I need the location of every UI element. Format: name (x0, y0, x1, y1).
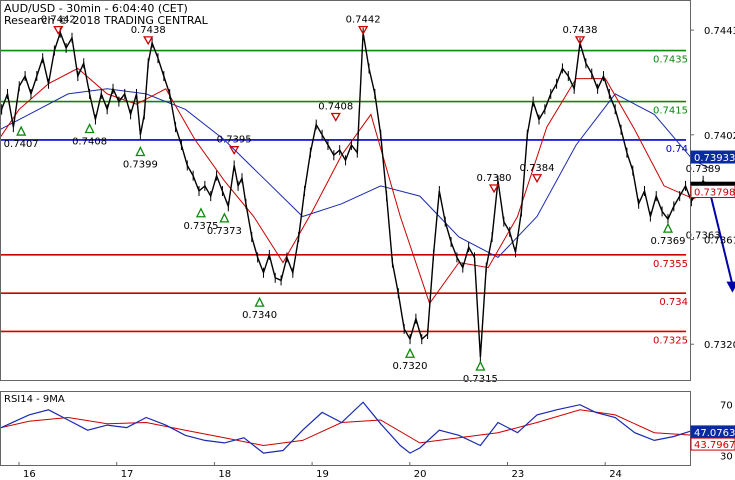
resistance-marker-6 (531, 174, 543, 184)
y-tick-label-2: 0.7361 (704, 236, 735, 247)
x-tick-label-0: 16 (23, 469, 36, 480)
support-marker-17 (662, 222, 674, 233)
price-tag-label-2: 0.73798 (694, 188, 735, 199)
x-tick-label-2: 18 (218, 469, 231, 480)
forex-chart: 0.74350.74150.740.73550.7340.73250.74420… (0, 0, 735, 480)
x-tick-label-6: 24 (609, 469, 622, 480)
support-marker-16 (475, 360, 486, 371)
level-label-3: 0.7355 (653, 259, 688, 270)
rsi-tick-label-0: 70 (720, 401, 733, 412)
rsi-frame (0, 391, 691, 466)
rsi-ma-line (0, 409, 709, 447)
support-marker-10 (84, 123, 95, 134)
annotation-label-11: 0.7399 (123, 159, 158, 170)
y-tick-label-3: 0.7320 (704, 340, 735, 351)
annotation-label-14: 0.7340 (242, 310, 277, 321)
annotation-label-13: 0.7373 (207, 226, 242, 237)
price-line (0, 30, 710, 358)
resistance-marker-2 (330, 112, 341, 122)
resistance-marker-1 (143, 36, 154, 46)
support-marker-14 (254, 296, 265, 307)
x-tick-label-3: 19 (316, 469, 329, 480)
annotation-label-6: 0.7384 (520, 163, 555, 174)
support-marker-12 (195, 207, 207, 218)
annotation-label-16: 0.7315 (463, 374, 498, 385)
ma-slow-line (0, 88, 710, 259)
rsi-tag-label-1: 43.7967 (694, 440, 735, 451)
forecast-arrow-head (726, 281, 735, 293)
level-label-0: 0.7435 (653, 55, 688, 66)
price-tag-label-0: 0.73933 (694, 153, 735, 164)
annotation-label-15: 0.7320 (393, 361, 428, 372)
rsi-line (0, 401, 710, 454)
price-frame (0, 0, 691, 381)
level-label-4: 0.734 (659, 297, 688, 308)
rsi-tag-label-0: 47.0763 (694, 428, 735, 439)
annotation-label-5: 0.7380 (477, 173, 512, 184)
support-marker-11 (135, 146, 146, 157)
annotation-label-9: 0.7407 (4, 139, 39, 150)
annotation-label-10: 0.7408 (72, 136, 107, 147)
annotation-label-2: 0.7408 (318, 101, 353, 112)
level-label-1: 0.7415 (653, 106, 688, 117)
level-label-5: 0.7325 (653, 335, 688, 346)
support-marker-15 (404, 347, 416, 358)
rsi-title: RSI14 - 9MA (4, 394, 65, 405)
annotation-label-3: 0.7442 (346, 15, 381, 26)
rsi-pane: RSI14 - 9MA (0, 394, 710, 454)
price-pane: 0.74350.74150.740.73550.7340.73250.74420… (0, 15, 735, 385)
rsi-tick-label-1: 30 (720, 452, 733, 463)
resistance-marker-0 (53, 25, 64, 35)
research-credit: Research © 2018 TRADING CENTRAL (4, 14, 209, 27)
annotation-label-7: 0.7438 (563, 25, 598, 36)
annotation-label-4: 0.7395 (217, 135, 252, 146)
x-tick-label-5: 23 (512, 469, 525, 480)
annotation-label-17: 0.7369 (650, 236, 685, 247)
x-tick-label-1: 17 (121, 469, 134, 480)
support-marker-9 (16, 125, 27, 136)
y-tick-label-0: 0.7443 (704, 26, 735, 37)
support-marker-13 (219, 212, 230, 223)
y-tick-label-1: 0.7402 (704, 131, 735, 142)
ma-fast-line (0, 67, 710, 305)
x-tick-label-4: 20 (414, 469, 427, 480)
